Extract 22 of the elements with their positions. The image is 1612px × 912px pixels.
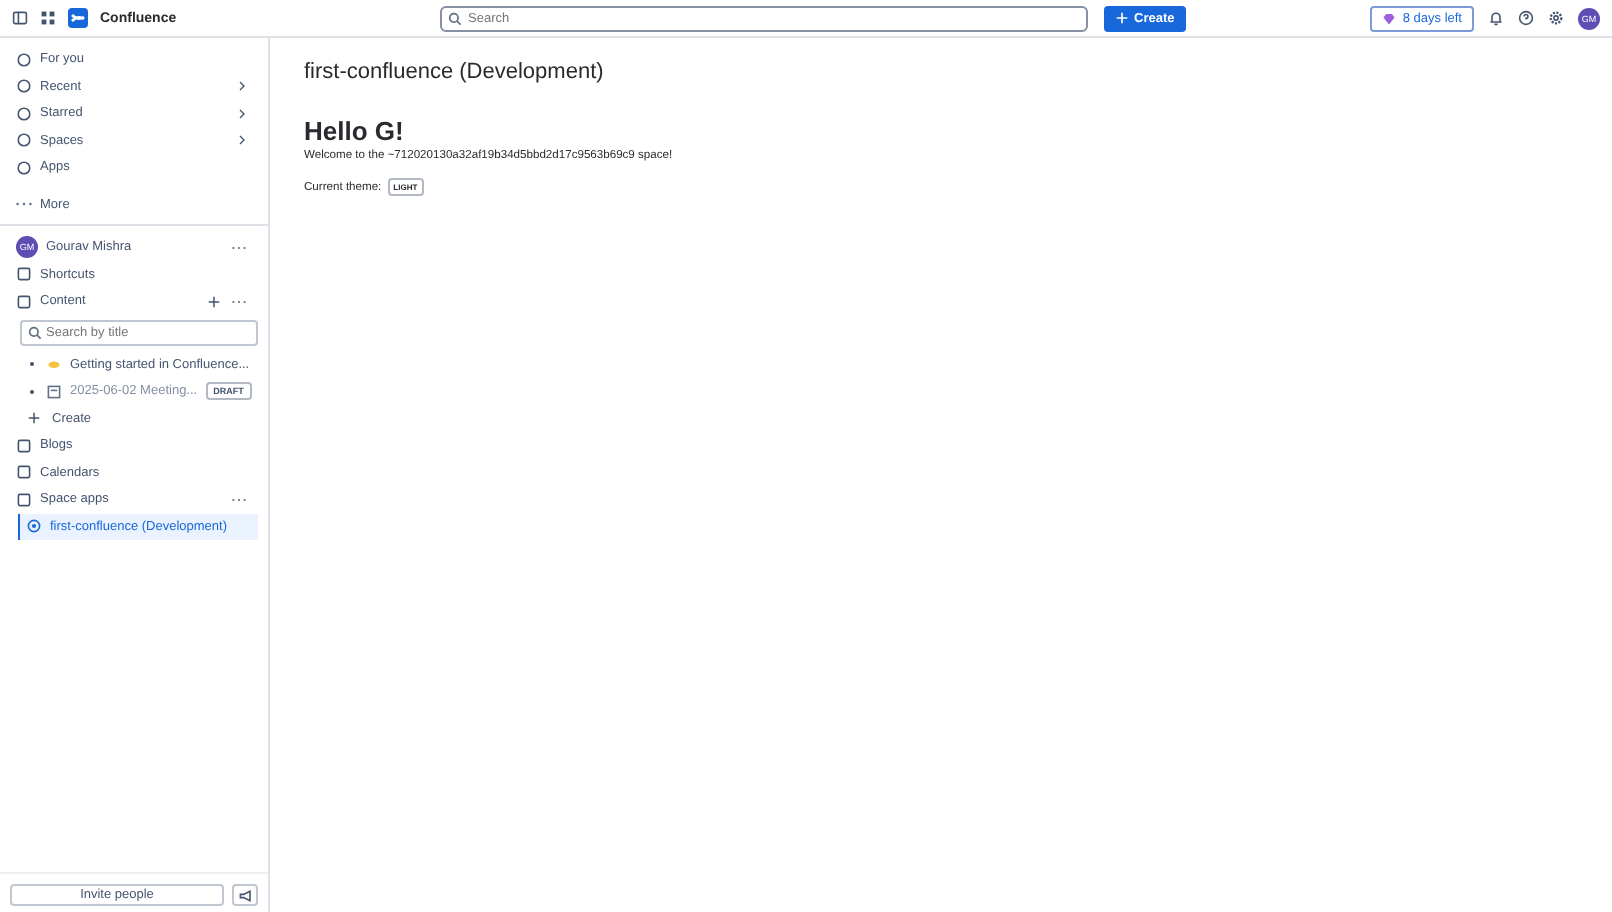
megaphone-icon <box>237 887 253 903</box>
notifications-icon[interactable] <box>1488 10 1504 26</box>
logo-icon[interactable] <box>68 8 88 28</box>
help-icon[interactable] <box>1518 10 1534 26</box>
sidebar-toggle-icon[interactable] <box>12 10 28 26</box>
chevron-right-icon[interactable] <box>238 107 246 120</box>
chevron-right-icon[interactable] <box>238 80 246 93</box>
app-switcher-icon[interactable] <box>40 10 56 26</box>
feedback-button[interactable] <box>232 884 258 906</box>
page-icon <box>46 383 62 400</box>
search-icon <box>448 11 462 25</box>
chevron-right-icon[interactable] <box>238 134 246 147</box>
more-icon <box>16 202 32 207</box>
add-icon <box>28 412 40 425</box>
plus-icon <box>1116 12 1128 24</box>
add-icon[interactable] <box>208 295 220 308</box>
heading: Hello G! <box>304 116 406 146</box>
app-icon <box>26 518 42 535</box>
page-title: first-confluence (Development) <box>304 60 606 84</box>
search-icon <box>28 325 42 339</box>
settings-icon[interactable] <box>1548 10 1564 26</box>
gem-icon <box>1382 11 1397 25</box>
